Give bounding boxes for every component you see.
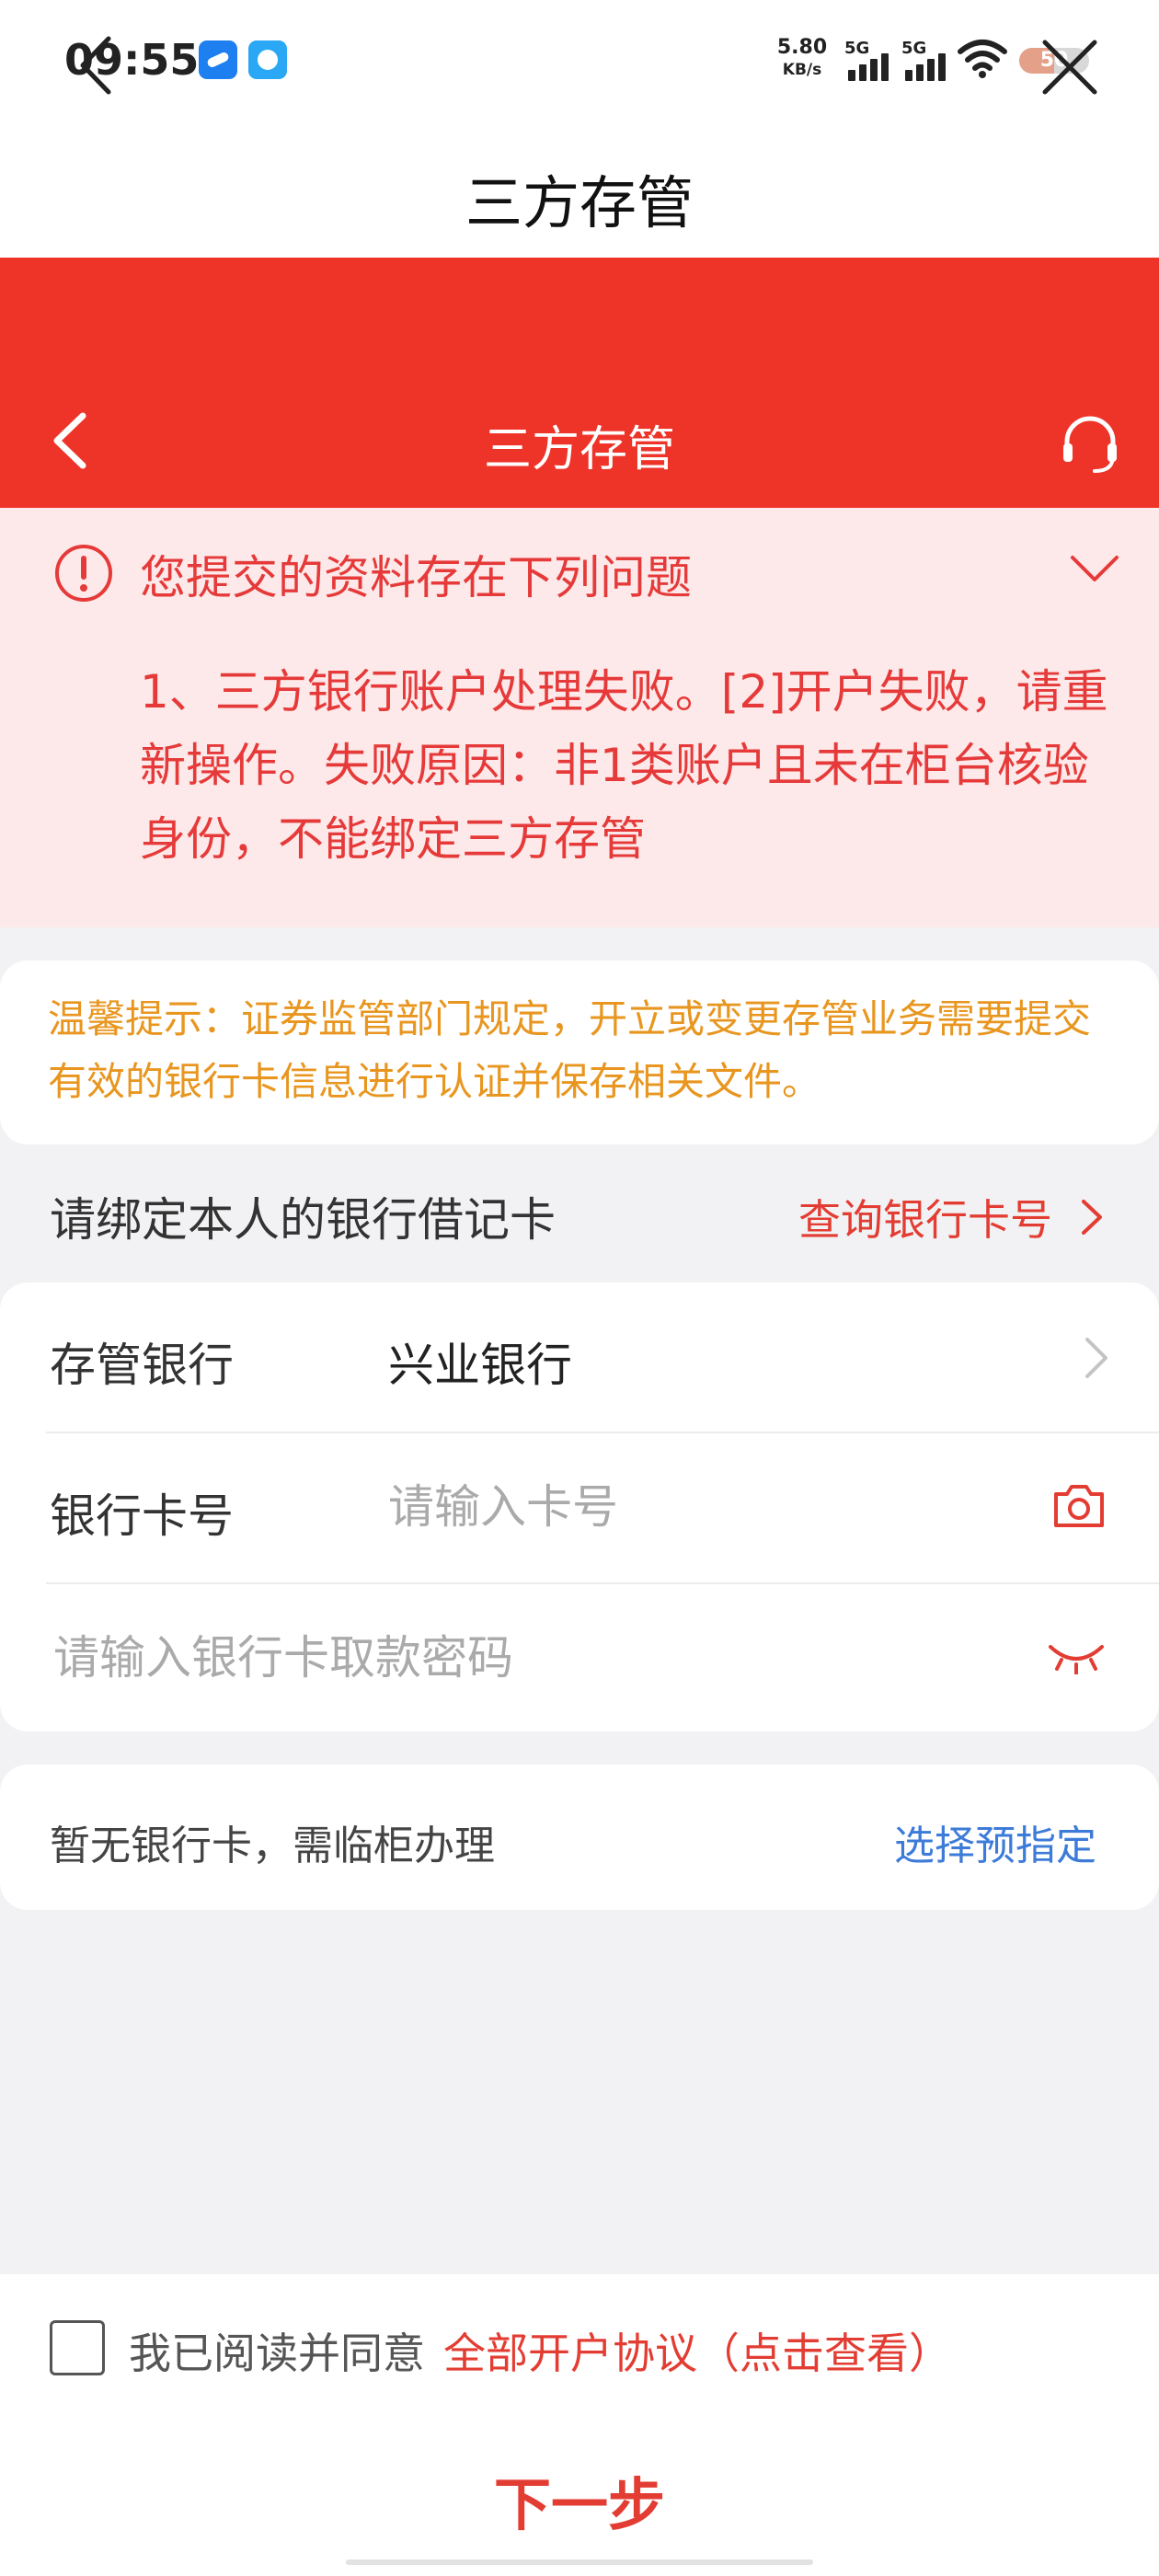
- bind-card-label: 请绑定本人的银行借记卡: [50, 1193, 556, 1247]
- chevron-down-icon[interactable]: [1067, 548, 1122, 589]
- headset-icon[interactable]: [1058, 410, 1122, 475]
- status-bar: 09:55 5.80 KB/s 5G 5G 50: [0, 0, 1159, 123]
- signal-icon: 5G: [844, 39, 894, 81]
- app-header-title: 三方存管: [483, 422, 675, 477]
- warning-icon: [55, 545, 112, 602]
- bank-label: 存管银行: [50, 1339, 234, 1392]
- divider: [46, 1582, 1159, 1584]
- app-icon-bird: [248, 40, 287, 79]
- app-header: 三方存管: [0, 258, 1159, 508]
- navbar-title: 三方存管: [465, 169, 694, 236]
- navbar: 三方存管: [0, 123, 1159, 258]
- net-speed: 5.80 KB/s: [775, 37, 830, 81]
- query-card-link[interactable]: 查询银行卡号: [798, 1187, 1052, 1248]
- agreement-link[interactable]: 全部开户协议（点击查看）: [443, 2320, 951, 2381]
- divider: [46, 1432, 1159, 1433]
- net-speed-unit: KB/s: [782, 61, 822, 79]
- error-title: 您提交的资料存在下列问题: [140, 551, 692, 604]
- camera-icon[interactable]: [1052, 1483, 1106, 1529]
- error-message: 1、三方银行账户处理失败。[2]开户失败，请重新操作。失败原因：非1类账户且未在…: [140, 665, 1108, 866]
- close-icon[interactable]: [1039, 37, 1100, 98]
- card-number-label: 银行卡号: [50, 1489, 234, 1543]
- select-preassigned-link[interactable]: 选择预指定: [894, 1812, 1096, 1871]
- agree-text: 我已阅读并同意: [129, 2329, 425, 2378]
- app-icon-blue: [199, 40, 237, 79]
- chevron-left-icon[interactable]: [50, 410, 90, 471]
- home-indicator: [346, 2559, 813, 2565]
- chevron-right-icon[interactable]: [1078, 1196, 1106, 1238]
- signal-label: 5G: [844, 39, 870, 58]
- signal-label: 5G: [901, 39, 927, 58]
- card-number-input[interactable]: [388, 1478, 1014, 1536]
- no-card-text: 暂无银行卡，需临柜办理: [50, 1823, 495, 1869]
- bank-select[interactable]: 兴业银行: [388, 1328, 572, 1395]
- eye-closed-icon[interactable]: [1047, 1639, 1106, 1674]
- password-input[interactable]: [53, 1628, 1010, 1687]
- chevron-left-icon[interactable]: [72, 33, 127, 98]
- signal-icon: 5G: [901, 39, 951, 81]
- agree-checkbox[interactable]: [50, 2320, 105, 2375]
- wifi-icon: [958, 40, 1007, 78]
- net-speed-value: 5.80: [776, 36, 828, 59]
- notice-text: 温馨提示：证券监管部门规定，开立或变更存管业务需要提交有效的银行卡信息进行认证并…: [48, 996, 1092, 1104]
- chevron-right-icon[interactable]: [1082, 1334, 1111, 1382]
- next-button[interactable]: 下一步: [396, 2458, 763, 2541]
